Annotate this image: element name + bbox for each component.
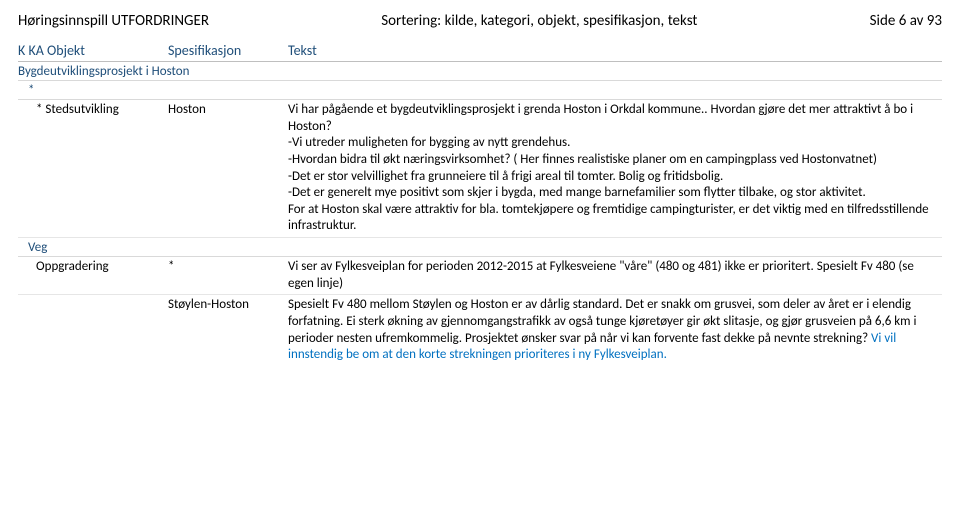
section-title: Bygdeutviklingsprosjekt i Hoston: [18, 62, 942, 81]
row-spec: Støylen-Hoston: [168, 297, 288, 364]
table-row: * Stedsutvikling Hoston Vi har pågående …: [18, 100, 942, 238]
row-object: Oppgradering: [18, 259, 168, 292]
row-spec: *: [168, 259, 288, 292]
row-object: [18, 297, 168, 364]
row-text: Vi ser av Fylkesveiplan for perioden 201…: [288, 259, 942, 292]
col-tekst: Tekst: [288, 42, 942, 59]
row-text: Vi har pågående et bygdeutviklingsprosje…: [288, 102, 942, 235]
header-left: Høringsinnspill UTFORDRINGER: [18, 12, 209, 30]
header-center: Sortering: kilde, kategori, objekt, spes…: [381, 12, 697, 30]
table-row: Støylen-Hoston Spesielt Fv 480 mellom St…: [18, 295, 942, 366]
row-text: Spesielt Fv 480 mellom Støylen og Hoston…: [288, 297, 942, 364]
row-text-part-a: Spesielt Fv 480 mellom Støylen og Hoston…: [288, 297, 916, 345]
section-star: *: [18, 81, 942, 100]
row-object: * Stedsutvikling: [18, 102, 168, 235]
col-spesifikasjon: Spesifikasjon: [168, 42, 288, 59]
section-title: Veg: [18, 238, 942, 257]
row-spec: Hoston: [168, 102, 288, 235]
table-row: Oppgradering * Vi ser av Fylkesveiplan f…: [18, 257, 942, 295]
page-header: Høringsinnspill UTFORDRINGER Sortering: …: [18, 12, 942, 30]
header-right: Side 6 av 93: [870, 12, 942, 30]
column-headers: K KA Objekt Spesifikasjon Tekst: [18, 40, 942, 62]
col-objekt: K KA Objekt: [18, 42, 168, 59]
